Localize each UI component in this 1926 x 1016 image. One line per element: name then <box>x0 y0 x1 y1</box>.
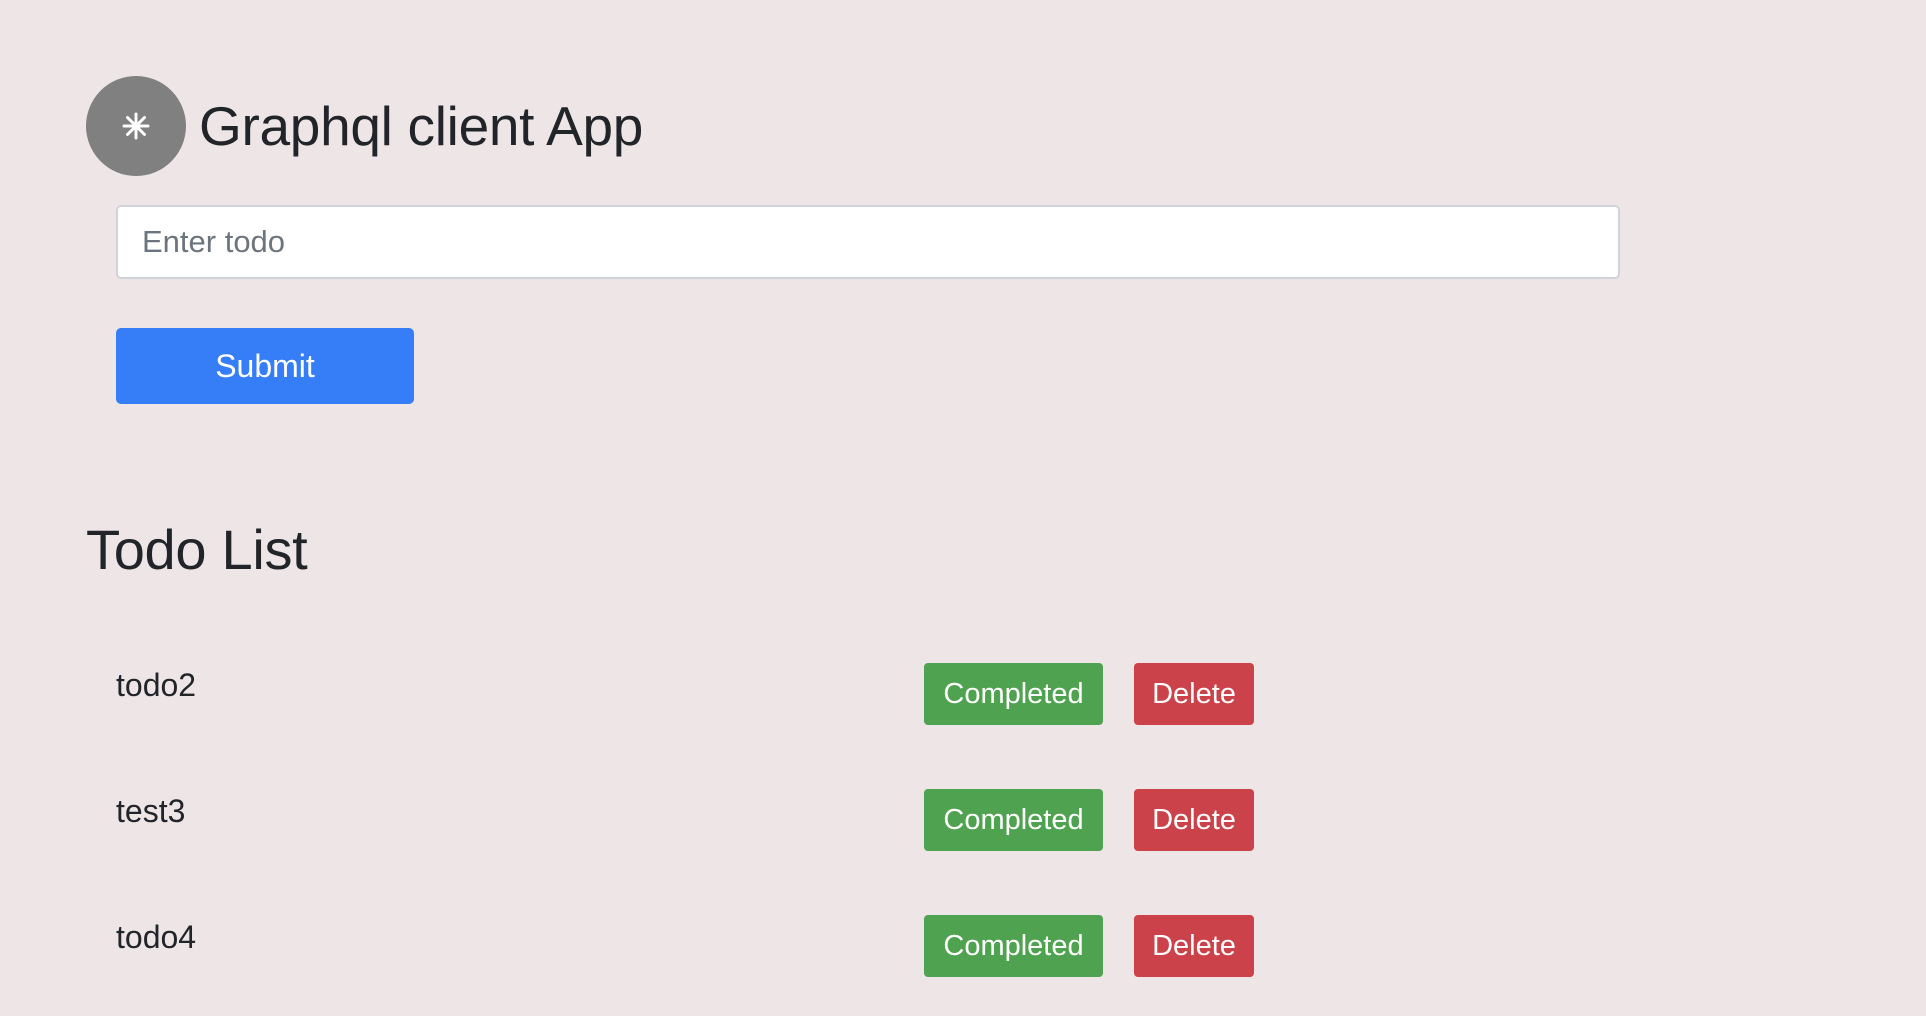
todo-item: todo4 Completed Delete <box>116 915 1256 979</box>
todo-item-text: todo2 <box>116 667 197 703</box>
app-title: Graphql client App <box>199 94 644 157</box>
todo-item-text: test3 <box>116 793 186 829</box>
todo-item: todo2 Completed Delete <box>116 663 1256 727</box>
todo-input[interactable] <box>116 205 1620 279</box>
app-logo <box>86 76 186 176</box>
completed-button[interactable]: Completed <box>924 789 1103 851</box>
completed-button[interactable]: Completed <box>924 663 1103 725</box>
delete-button[interactable]: Delete <box>1134 915 1254 977</box>
todo-list-title: Todo List <box>86 518 308 581</box>
asterisk-icon <box>122 112 150 140</box>
delete-button[interactable]: Delete <box>1134 663 1254 725</box>
todo-item-text: todo4 <box>116 919 197 955</box>
submit-button[interactable]: Submit <box>116 328 414 404</box>
app-header: Graphql client App <box>86 76 643 176</box>
delete-button[interactable]: Delete <box>1134 789 1254 851</box>
todo-item: test3 Completed Delete <box>116 789 1256 853</box>
completed-button[interactable]: Completed <box>924 915 1103 977</box>
